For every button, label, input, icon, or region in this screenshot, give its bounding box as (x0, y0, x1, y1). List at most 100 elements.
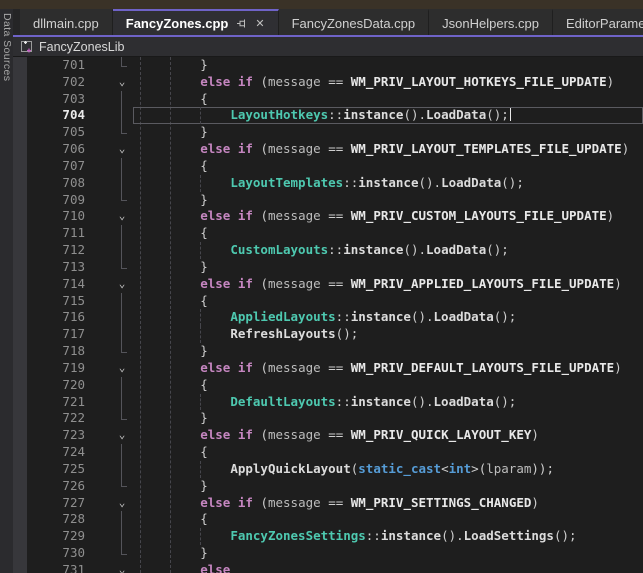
line-number[interactable]: 730 (27, 545, 85, 562)
outline-guide-end (121, 57, 127, 67)
code-line-724[interactable]: 724 { (13, 444, 643, 461)
code-line-731[interactable]: 731 ⌄ else (13, 562, 643, 573)
code-line-709[interactable]: 709 } (13, 192, 643, 209)
code-text: LayoutTemplates::instance().LoadData(); (140, 175, 524, 192)
code-line-710[interactable]: 710⌄ else if (message == WM_PRIV_CUSTOM_… (13, 208, 643, 225)
line-number[interactable]: 720 (27, 377, 85, 394)
fold-chevron-icon[interactable]: ⌄ (113, 427, 131, 444)
code-text: } (140, 343, 208, 360)
code-line-701[interactable]: 701 } (13, 57, 643, 74)
outline-guide-end (121, 124, 127, 134)
code-line-706[interactable]: 706⌄ else if (message == WM_PRIV_LAYOUT_… (13, 141, 643, 158)
tab-fancyzones-cpp[interactable]: FancyZones.cpp✕ (113, 9, 279, 35)
line-number[interactable]: 711 (27, 225, 85, 242)
line-number[interactable]: 726 (27, 478, 85, 495)
line-number[interactable]: 705 (27, 124, 85, 141)
main-area: Data Sources dllmain.cppFancyZones.cpp✕F… (0, 9, 643, 573)
pin-icon[interactable] (236, 18, 247, 29)
code-line-711[interactable]: 711 { (13, 225, 643, 242)
tab-editorparameters-cpp[interactable]: EditorParameters.cpp (553, 9, 643, 35)
code-editor[interactable]: 701 }702⌄ else if (message == WM_PRIV_LA… (13, 57, 643, 573)
line-number[interactable]: 724 (27, 444, 85, 461)
line-number[interactable]: 701 (27, 57, 85, 74)
line-number[interactable]: 709 (27, 192, 85, 209)
close-icon[interactable]: ✕ (255, 17, 264, 30)
code-text: { (140, 158, 208, 175)
code-line-714[interactable]: 714 ⌄ else if (message == WM_PRIV_APPLIED… (13, 276, 643, 293)
tab-dllmain-cpp[interactable]: dllmain.cpp (20, 9, 113, 35)
line-number[interactable]: 718 (27, 343, 85, 360)
line-number[interactable]: 714 (27, 276, 85, 293)
line-number[interactable]: 727 (27, 495, 85, 512)
line-number[interactable]: 715 (27, 293, 85, 310)
window-top-bar (0, 0, 643, 9)
code-line-708[interactable]: 708 LayoutTemplates::instance().LoadData… (13, 175, 643, 192)
tab-jsonhelpers-cpp[interactable]: JsonHelpers.cpp (429, 9, 553, 35)
code-text: } (140, 192, 208, 209)
outline-guide (121, 107, 122, 124)
outline-guide (121, 528, 122, 545)
code-text: FancyZonesSettings::instance().LoadSetti… (140, 528, 577, 545)
line-number[interactable]: 722 (27, 410, 85, 427)
line-number[interactable]: 721 (27, 394, 85, 411)
code-text: LayoutHotkeys::instance().LoadData(); (140, 107, 511, 124)
code-line-712[interactable]: 712 CustomLayouts::instance().LoadData()… (13, 242, 643, 259)
code-line-726[interactable]: 726 } (13, 478, 643, 495)
line-number[interactable]: 710 (27, 208, 85, 225)
code-line-729[interactable]: 729 FancyZonesSettings::instance().LoadS… (13, 528, 643, 545)
line-number[interactable]: 704 (27, 107, 85, 124)
code-text: { (140, 511, 208, 528)
code-line-721[interactable]: 721 DefaultLayouts::instance().LoadData(… (13, 394, 643, 411)
fold-chevron-icon[interactable]: ⌄ (113, 495, 131, 512)
tab-fancyzonesdata-cpp[interactable]: FancyZonesData.cpp (279, 9, 430, 35)
code-line-720[interactable]: 720 { (13, 377, 643, 394)
line-number[interactable]: 707 (27, 158, 85, 175)
line-number[interactable]: 712 (27, 242, 85, 259)
outline-guide (121, 309, 122, 326)
tool-window-tab-data-sources[interactable]: Data Sources (0, 9, 13, 573)
line-number[interactable]: 723 (27, 427, 85, 444)
fold-chevron-icon[interactable]: ⌄ (113, 141, 131, 158)
line-number[interactable]: 729 (27, 528, 85, 545)
line-number[interactable]: 728 (27, 511, 85, 528)
line-number[interactable]: 703 (27, 91, 85, 108)
line-number[interactable]: 713 (27, 259, 85, 276)
code-line-723[interactable]: 723⌄ else if (message == WM_PRIV_QUICK_L… (13, 427, 643, 444)
outline-guide-end (121, 410, 127, 420)
line-number[interactable]: 708 (27, 175, 85, 192)
code-line-730[interactable]: 730 } (13, 545, 643, 562)
code-line-725[interactable]: 725 ApplyQuickLayout(static_cast<int>(lp… (13, 461, 643, 478)
code-text: else if (message == WM_PRIV_APPLIED_LAYO… (140, 276, 622, 293)
code-line-715[interactable]: 715 { (13, 293, 643, 310)
line-number[interactable]: 716 (27, 309, 85, 326)
fold-chevron-icon[interactable]: ⌄ (113, 208, 131, 225)
breadcrumb-project-label[interactable]: FancyZonesLib (39, 40, 124, 54)
fold-chevron-icon[interactable]: ⌄ (113, 562, 131, 573)
code-line-702[interactable]: 702⌄ else if (message == WM_PRIV_LAYOUT_… (13, 74, 643, 91)
fold-chevron-icon[interactable]: ⌄ (113, 276, 131, 293)
code-line-716[interactable]: 716 AppliedLayouts::instance().LoadData(… (13, 309, 643, 326)
line-number[interactable]: 702 (27, 74, 85, 91)
breadcrumb-bar[interactable]: FancyZonesLib (13, 37, 643, 57)
code-text: else (140, 562, 230, 573)
code-line-718[interactable]: 718 } (13, 343, 643, 360)
code-line-704[interactable]: 704 LayoutHotkeys::instance().LoadData()… (13, 107, 643, 124)
line-number[interactable]: 725 (27, 461, 85, 478)
code-line-727[interactable]: 727⌄ else if (message == WM_PRIV_SETTING… (13, 495, 643, 512)
line-number[interactable]: 717 (27, 326, 85, 343)
code-text: } (140, 57, 208, 74)
code-line-728[interactable]: 728 { (13, 511, 643, 528)
fold-chevron-icon[interactable]: ⌄ (113, 360, 131, 377)
code-line-707[interactable]: 707 { (13, 158, 643, 175)
code-line-705[interactable]: 705 } (13, 124, 643, 141)
code-line-703[interactable]: 703 { (13, 91, 643, 108)
line-number[interactable]: 706 (27, 141, 85, 158)
code-line-713[interactable]: 713 } (13, 259, 643, 276)
code-line-722[interactable]: 722 } (13, 410, 643, 427)
tab-label: EditorParameters.cpp (566, 16, 643, 31)
fold-chevron-icon[interactable]: ⌄ (113, 74, 131, 91)
code-line-719[interactable]: 719⌄ else if (message == WM_PRIV_DEFAULT… (13, 360, 643, 377)
code-line-717[interactable]: 717 RefreshLayouts(); (13, 326, 643, 343)
line-number[interactable]: 731 (27, 562, 85, 573)
line-number[interactable]: 719 (27, 360, 85, 377)
